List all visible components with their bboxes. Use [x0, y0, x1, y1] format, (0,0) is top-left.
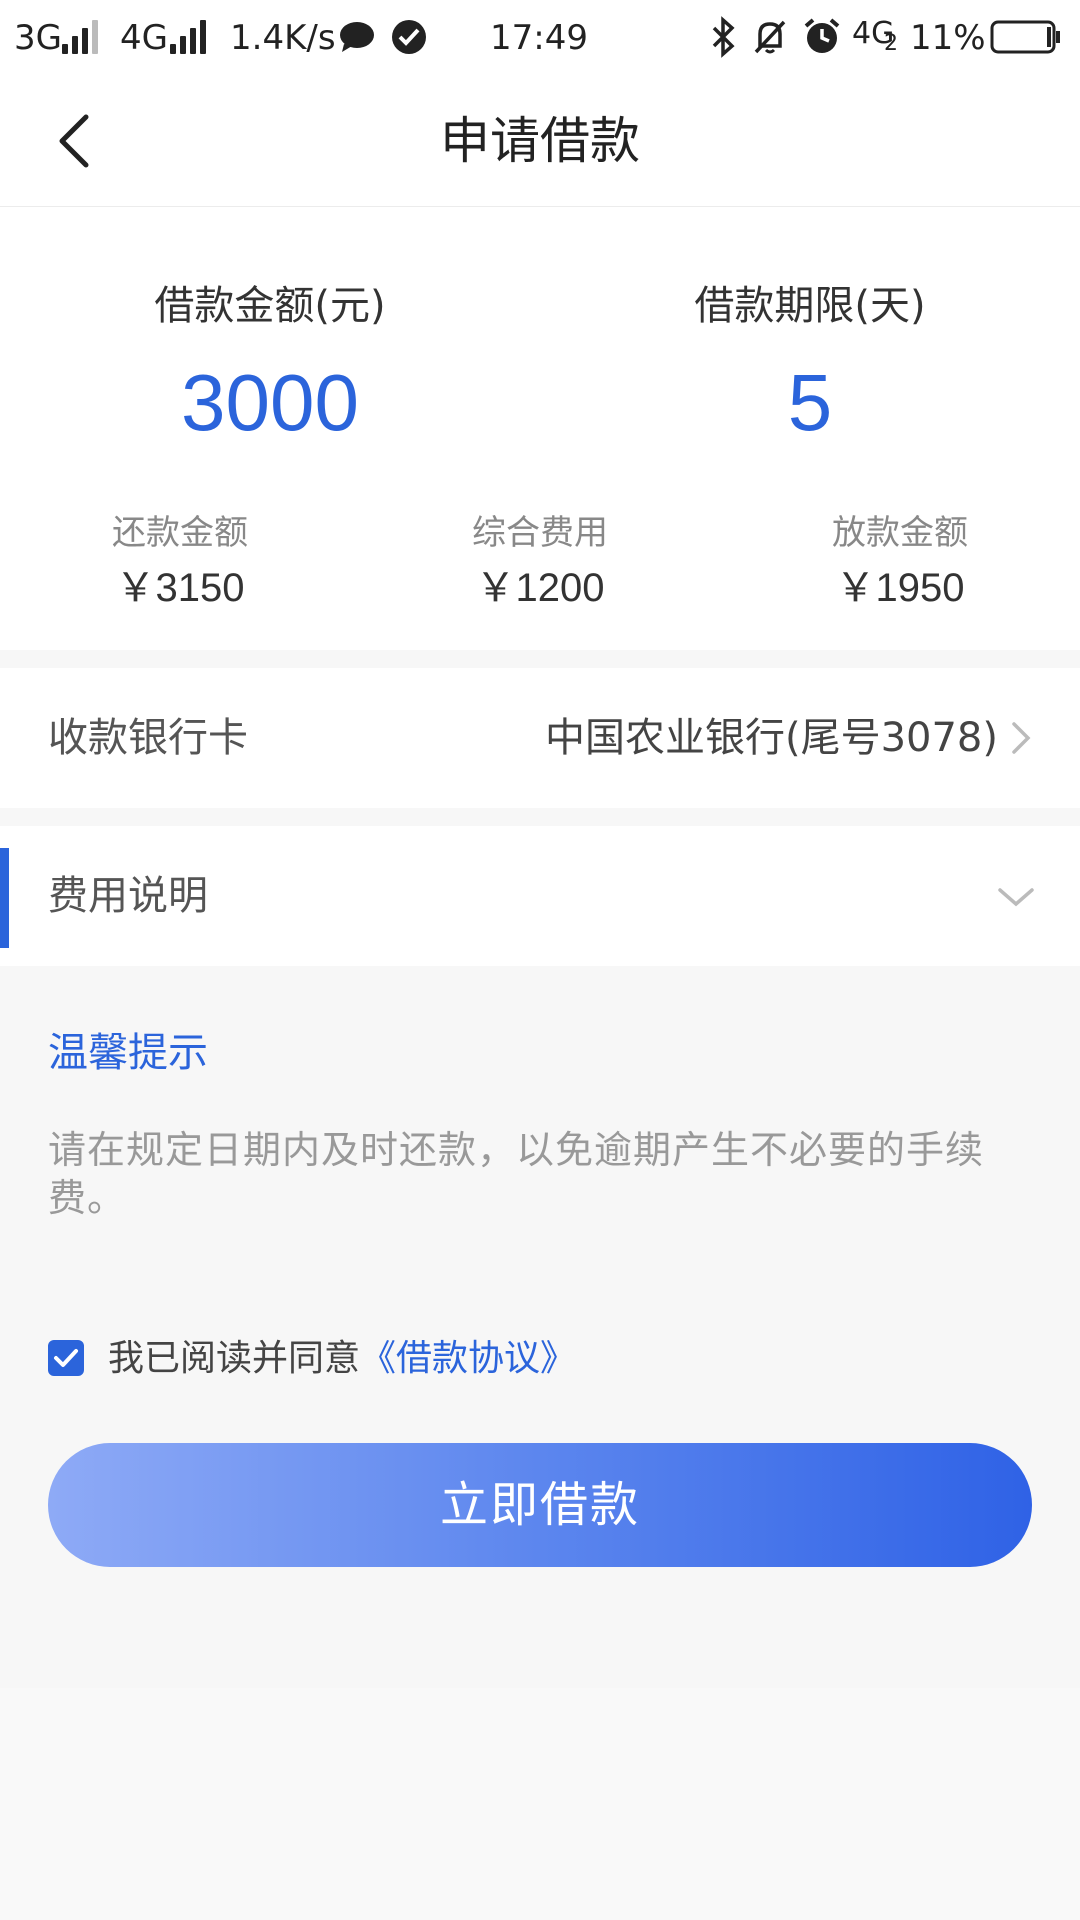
- borrow-now-button[interactable]: 立即借款: [48, 1443, 1032, 1567]
- checkmark-icon: [54, 1349, 78, 1367]
- chevron-right-icon: [1012, 722, 1031, 754]
- check-circle-icon: [392, 20, 426, 54]
- nav-bar: 申请借款: [0, 76, 1080, 207]
- bank-card-value: 中国农业银行(尾号3078): [544, 715, 998, 761]
- tips-title: 温馨提示: [48, 1030, 208, 1076]
- repay-amount-value: ￥3150: [115, 566, 245, 610]
- loan-amount-label: 借款金额(元): [154, 283, 386, 329]
- network-type-1: 3G: [14, 18, 62, 58]
- alarm-icon: [804, 18, 840, 53]
- total-fee-value: ￥1200: [475, 566, 605, 610]
- signal-icon-2: [170, 20, 210, 54]
- loan-term-label: 借款期限(天): [694, 283, 926, 329]
- mute-bell-icon: [754, 20, 786, 54]
- page-title: 申请借款: [440, 112, 640, 170]
- network-type-3-sub: 2: [884, 31, 898, 56]
- fee-explanation-label: 费用说明: [48, 873, 208, 919]
- agreement-checkbox[interactable]: [48, 1340, 84, 1376]
- battery-percent: 11%: [910, 18, 986, 58]
- agreement-label: 我已阅读并同意: [108, 1338, 361, 1379]
- disburse-amount-value: ￥1950: [835, 566, 965, 610]
- message-icon: [340, 22, 374, 52]
- disburse-amount-label: 放款金额: [832, 513, 968, 553]
- status-bar: 3G 4G 1.4K/s 17:49 4G 2 11%: [0, 0, 1080, 76]
- network-type-2: 4G: [120, 18, 168, 58]
- bottom-area: [0, 1688, 1080, 1920]
- agreement-text: 我已阅读并同意《借款协议》: [108, 1338, 576, 1380]
- battery-icon: [990, 20, 1060, 54]
- repay-amount-label: 还款金额: [112, 513, 248, 553]
- chevron-down-icon: [998, 888, 1034, 907]
- total-fee-label: 综合费用: [472, 513, 608, 553]
- tips-body: 请在规定日期内及时还款，以免逾期产生不必要的手续费。: [48, 1128, 985, 1220]
- loan-amount-value[interactable]: 3000: [70, 357, 470, 449]
- bank-card-row[interactable]: 收款银行卡 中国农业银行(尾号3078): [0, 668, 1080, 808]
- fee-explanation-row[interactable]: 费用说明: [0, 826, 1080, 966]
- section-accent-bar: [0, 848, 9, 948]
- loan-summary-card: 借款金额(元) 3000 借款期限(天) 5 还款金额 ￥3150 综合费用 ￥…: [0, 207, 1080, 650]
- signal-icon-1: [62, 20, 102, 54]
- loan-agreement-link[interactable]: 《借款协议》: [360, 1338, 576, 1379]
- loan-term-value[interactable]: 5: [610, 357, 1010, 449]
- back-arrow-icon[interactable]: [50, 109, 110, 173]
- network-speed: 1.4K/s: [230, 18, 336, 58]
- clock-time: 17:49: [490, 18, 588, 58]
- bluetooth-icon: [712, 16, 735, 58]
- bank-card-label: 收款银行卡: [48, 715, 248, 761]
